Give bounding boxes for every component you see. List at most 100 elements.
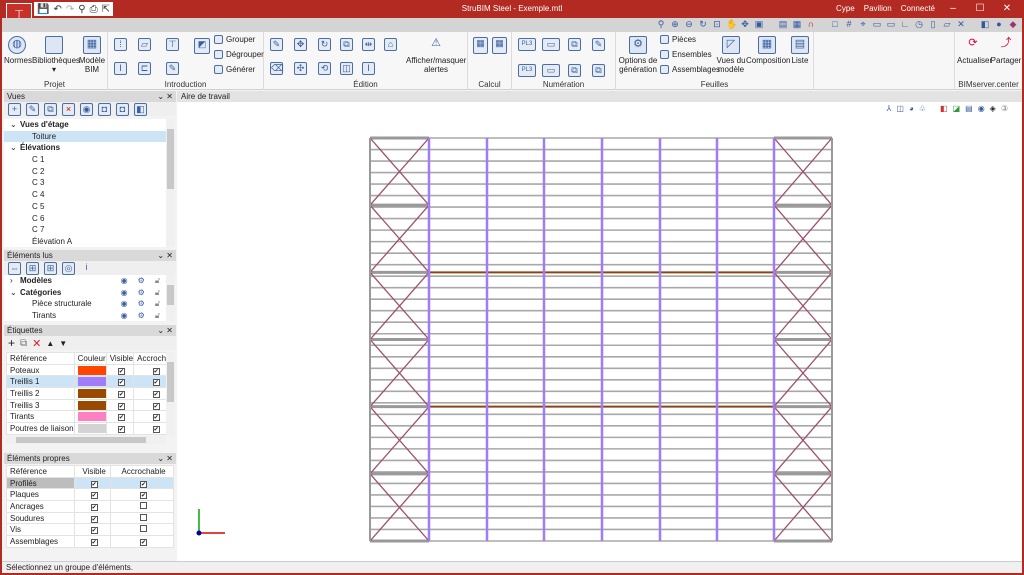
column-header[interactable]: Référence <box>6 352 75 365</box>
checkbox[interactable]: ✔ <box>152 414 160 422</box>
assemblages-button[interactable]: Assemblages <box>660 65 720 74</box>
piece-numbering-dim-icon[interactable]: ▭ <box>542 64 560 77</box>
lock-icon[interactable]: 🔓︎ <box>155 287 160 299</box>
snap-grid-icon[interactable]: # <box>844 19 854 30</box>
lock-icon[interactable]: 🔓︎ <box>155 310 160 322</box>
expand-icon[interactable]: ⇔ <box>8 261 21 275</box>
edit-numbering-icon[interactable]: ✎ <box>592 38 605 51</box>
gear-icon[interactable]: ⚙ <box>138 298 145 310</box>
angle-icon[interactable]: ∟ <box>900 19 910 30</box>
delete-icon[interactable]: ✕ <box>32 337 41 350</box>
bolt-icon[interactable]: ⊏ <box>138 62 151 75</box>
chevron-down-icon[interactable]: ⌄ <box>10 287 20 299</box>
tree-item[interactable]: › Modèles ◉ ⚙ 🔓︎ <box>4 275 166 287</box>
ensembles-button[interactable]: Ensembles <box>660 50 712 59</box>
checkbox[interactable] <box>140 513 148 521</box>
piece-numbering-icon[interactable]: ▭ <box>542 38 560 51</box>
color-swatch[interactable] <box>77 365 106 375</box>
snap-box-icon[interactable]: □ <box>830 19 840 30</box>
book-icon[interactable]: ◆ <box>1008 19 1018 30</box>
comment-icon[interactable]: ▱ <box>942 19 952 30</box>
checkbox[interactable]: ✔ <box>140 492 148 500</box>
degrouper-button[interactable]: Dégrouper <box>214 50 264 59</box>
checkbox[interactable]: ✔ <box>90 503 98 511</box>
chevron-right-icon[interactable]: › <box>10 275 20 287</box>
tree-item[interactable]: C 4 <box>4 189 166 201</box>
table-row[interactable]: Treillis 2 ✔ ✔ <box>6 387 166 400</box>
panel-controls[interactable]: ⌄ ✕ <box>157 325 173 336</box>
tree-item[interactable]: ⌄ Catégories ◉ ⚙ 🔓︎ <box>4 287 166 299</box>
zoom-window-icon[interactable]: ⊡ <box>712 19 722 30</box>
renumber-icon[interactable]: ⧉ <box>592 64 605 77</box>
color-swatch[interactable] <box>77 412 106 422</box>
tree-item[interactable]: Pièce structurale ◉ ⚙ 🔓︎ <box>4 298 166 310</box>
tree-item[interactable]: Toiture <box>4 130 166 143</box>
magnet-icon[interactable]: ∩ <box>806 19 816 30</box>
column-header[interactable]: Référence <box>5 465 76 478</box>
composition-button[interactable]: ▦ Composition <box>746 36 790 65</box>
normes-button[interactable]: ◍ Normes <box>4 36 32 65</box>
color-swatch[interactable] <box>77 400 106 410</box>
checkbox[interactable]: ✔ <box>152 425 160 433</box>
globe-icon[interactable]: ● <box>994 19 1004 30</box>
eye-icon[interactable]: ◉ <box>121 275 128 287</box>
tree-icon[interactable]: ⊞ <box>44 261 57 275</box>
eraser-icon[interactable]: ⌫ <box>270 62 284 75</box>
checkbox[interactable]: ✔ <box>152 402 160 410</box>
clock-icon[interactable]: ◷ <box>914 19 924 30</box>
add-icon[interactable]: + <box>8 336 15 350</box>
lock-icon[interactable]: 🔓︎ <box>155 275 160 287</box>
zoom-icon[interactable]: ⚲ <box>656 19 666 30</box>
calendar-icon[interactable]: ▯ <box>928 19 938 30</box>
checkbox[interactable]: ✔ <box>152 390 160 398</box>
zoom-all-icon[interactable]: ⊕ <box>670 19 680 30</box>
column-header[interactable]: Visible <box>74 465 112 478</box>
pan-icon[interactable]: ✋ <box>726 19 737 30</box>
tree-item[interactable]: C 2 <box>4 166 166 178</box>
duplicate-icon[interactable]: ⧉ <box>20 338 27 349</box>
tree-item[interactable]: C 6 <box>4 213 166 225</box>
checkbox[interactable]: ✔ <box>117 379 125 387</box>
checkbox[interactable]: ✔ <box>117 402 125 410</box>
tree-item[interactable]: C 3 <box>4 177 166 189</box>
rotate-icon[interactable]: ↻ <box>318 38 331 51</box>
checkbox[interactable]: ✔ <box>117 414 125 422</box>
3d-view-icon[interactable]: ◧ <box>134 102 147 116</box>
tree-item[interactable]: C 7 <box>4 224 166 236</box>
delete-view-icon[interactable]: × <box>62 102 75 116</box>
checkbox[interactable]: ✔ <box>152 367 160 375</box>
table-row[interactable]: Tirants ✔ ✔ <box>6 410 166 424</box>
column-header[interactable]: Visible <box>105 352 135 365</box>
weld-icon[interactable]: ✎ <box>166 62 179 75</box>
tag-icon[interactable]: ⌂ <box>384 38 397 51</box>
filter-icon[interactable]: ◎ <box>62 261 75 275</box>
checkbox[interactable]: ✔ <box>90 492 98 500</box>
tree-item[interactable]: Élévation A <box>4 236 166 248</box>
calculator-dimension-icon[interactable]: ▦ <box>492 37 507 54</box>
split-icon[interactable]: ⇹ <box>362 38 375 51</box>
checkbox[interactable]: ✔ <box>152 379 160 387</box>
checkbox[interactable]: ✔ <box>90 515 98 523</box>
eye-icon[interactable]: ◉ <box>121 298 128 310</box>
vues-scrollbar[interactable] <box>166 119 175 247</box>
slab-icon[interactable]: ▱ <box>138 38 151 51</box>
etiquettes-hscrollbar[interactable] <box>6 436 166 444</box>
info-icon[interactable]: i <box>80 262 93 275</box>
tree-item[interactable]: Tirants ◉ ⚙ 🔓︎ <box>4 310 166 322</box>
tree-item[interactable]: ⌄ Vues d'étage <box>4 119 166 131</box>
eye-icon[interactable]: ◉ <box>121 287 128 299</box>
checkbox[interactable]: ✔ <box>90 480 98 488</box>
options-generation-button[interactable]: ⚙ Options de génération <box>618 36 658 74</box>
copy-numbering-icon[interactable]: ⧉ <box>568 64 581 77</box>
gear-icon[interactable]: ⚙ <box>138 287 145 299</box>
bibliotheques-button[interactable]: Bibliothèques ▾ <box>32 36 80 74</box>
plate-numbering-dim-icon[interactable]: PL3 <box>518 64 536 77</box>
checkbox[interactable]: ✔ <box>117 425 125 433</box>
color-swatch[interactable] <box>77 377 106 387</box>
table-row[interactable]: Treillis 3 ✔ ✔ <box>6 398 166 412</box>
layers-icon[interactable]: ▤ <box>778 19 788 30</box>
copy-view-icon[interactable]: ⧉ <box>44 102 57 116</box>
column-header[interactable]: Couleur <box>73 352 107 365</box>
plate-numbering-icon[interactable]: PL3 <box>518 38 536 51</box>
table-row[interactable]: Plaques ✔ ✔ <box>5 488 174 502</box>
